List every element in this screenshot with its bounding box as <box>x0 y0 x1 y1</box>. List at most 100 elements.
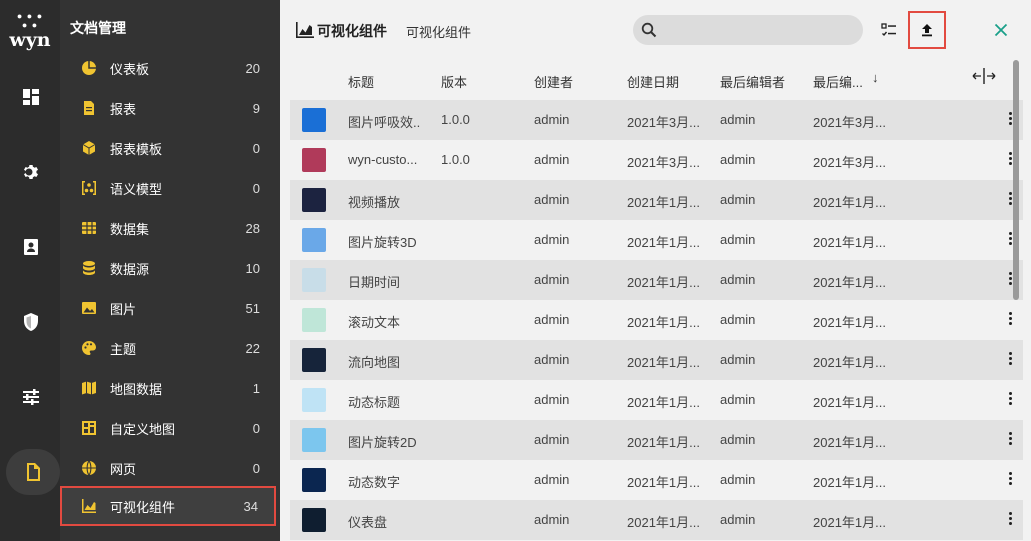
more-options-icon[interactable] <box>1006 510 1014 530</box>
cell-title: 仪表盘 <box>348 515 388 530</box>
table-row[interactable]: 视频播放 admin 2021年1月... admin 2021年1月... <box>290 180 1023 220</box>
cell-title: 图片呼吸效... <box>348 115 420 130</box>
cell-creator: admin <box>534 272 570 287</box>
chart-area-icon <box>82 499 96 513</box>
folder-item-webpage[interactable]: 网页 0 <box>60 448 280 488</box>
cell-title: 图片旋转2D <box>348 435 417 450</box>
cell-edited: 2021年1月... <box>813 235 886 250</box>
component-thumbnail <box>302 228 326 252</box>
folder-panel: 文档管理 仪表板 20 报表 9 报表模板 0 语义模型 0 数据集 28 数据… <box>60 0 280 541</box>
folder-item-custom-map[interactable]: 自定义地图 0 <box>60 408 280 448</box>
more-options-icon[interactable] <box>1006 350 1014 370</box>
rail-dashboard-button[interactable] <box>6 74 56 120</box>
column-header-creator[interactable]: 创建者 <box>534 72 573 91</box>
cell-creator: admin <box>534 112 570 127</box>
cell-edited: 2021年1月... <box>813 195 886 210</box>
folder-item-map-data[interactable]: 地图数据 1 <box>60 368 280 408</box>
folder-item-dataset[interactable]: 数据集 28 <box>60 208 280 248</box>
table-row[interactable]: 动态数字 admin 2021年1月... admin 2021年1月... <box>290 460 1023 500</box>
rail-users-button[interactable] <box>6 224 56 270</box>
cell-edited: 2021年1月... <box>813 475 886 490</box>
rail-config-button[interactable] <box>6 374 56 420</box>
cell-editor: admin <box>720 192 756 207</box>
rail-security-button[interactable] <box>6 299 56 345</box>
cell-version: 1.0.0 <box>441 112 470 127</box>
folder-item-datasource[interactable]: 数据源 10 <box>60 248 280 288</box>
folder-item-image[interactable]: 图片 51 <box>60 288 280 328</box>
cell-created: 2021年1月... <box>627 395 700 410</box>
palette-icon <box>82 341 96 355</box>
upload-icon <box>922 24 932 37</box>
cell-editor: admin <box>720 272 756 287</box>
table-row[interactable]: 仪表盘 admin 2021年1月... admin 2021年1月... <box>290 500 1023 540</box>
cell-title: 视频播放 <box>348 195 401 210</box>
column-resize-icon[interactable] <box>972 68 996 84</box>
upload-button[interactable] <box>908 11 946 49</box>
folder-item-dashboard[interactable]: 仪表板 20 <box>60 48 280 88</box>
contact-card-icon <box>24 239 38 255</box>
cell-title: 日期时间 <box>348 275 401 290</box>
cell-created: 2021年1月... <box>627 435 700 450</box>
cell-edited: 2021年3月... <box>813 115 886 130</box>
folder-item-semantic-model[interactable]: 语义模型 0 <box>60 168 280 208</box>
more-options-icon[interactable] <box>1006 430 1014 450</box>
table-row[interactable]: 图片旋转3D admin 2021年1月... admin 2021年1月... <box>290 220 1023 260</box>
breadcrumb[interactable]: 可视化组件 <box>406 22 471 41</box>
cell-created: 2021年1月... <box>627 235 700 250</box>
more-options-icon[interactable] <box>1006 310 1014 330</box>
column-header-created-date[interactable]: 创建日期 <box>627 72 679 91</box>
report-icon <box>84 101 94 115</box>
folder-item-report-template[interactable]: 报表模板 0 <box>60 128 280 168</box>
cell-title: 动态数字 <box>348 475 401 490</box>
icon-rail: ● ● ● ● ● wyn <box>0 0 60 541</box>
column-header-version[interactable]: 版本 <box>441 72 467 91</box>
component-thumbnail <box>302 188 326 212</box>
cell-editor: admin <box>720 152 756 167</box>
rail-settings-button[interactable] <box>6 149 56 195</box>
search-input[interactable] <box>663 20 853 40</box>
search-icon <box>641 22 657 38</box>
multi-select-button[interactable] <box>874 15 904 45</box>
table-row[interactable]: wyn-custo... 1.0.0 admin 2021年3月... admin 202… <box>290 140 1023 180</box>
folder-item-theme[interactable]: 主题 22 <box>60 328 280 368</box>
cell-edited: 2021年1月... <box>813 275 886 290</box>
more-options-icon[interactable] <box>1006 470 1014 490</box>
folder-item-report[interactable]: 报表 9 <box>60 88 280 128</box>
globe-icon <box>82 460 96 476</box>
sort-desc-icon[interactable]: ↓ <box>872 70 879 85</box>
panel-title: 文档管理 <box>70 20 126 36</box>
cell-title: wyn-custo... <box>348 152 418 167</box>
cell-created: 2021年3月... <box>627 155 700 170</box>
cell-created: 2021年1月... <box>627 355 700 370</box>
column-header-last-edited[interactable]: 最后编... <box>813 72 863 91</box>
column-header-last-editor[interactable]: 最后编辑者 <box>720 72 785 91</box>
cell-title: 滚动文本 <box>348 315 401 330</box>
dataset-icon <box>82 222 96 234</box>
component-thumbnail <box>302 508 326 532</box>
cell-edited: 2021年1月... <box>813 315 886 330</box>
map-icon <box>82 381 96 395</box>
table-row[interactable]: 图片呼吸效... 1.0.0 admin 2021年3月... admin 2021年3月… <box>290 100 1023 140</box>
table-row[interactable]: 图片旋转2D admin 2021年1月... admin 2021年1月... <box>290 420 1023 460</box>
rail-documents-button[interactable] <box>6 449 60 495</box>
report-template-icon <box>82 141 96 155</box>
cell-edited: 2021年3月... <box>813 155 886 170</box>
cell-editor: admin <box>720 432 756 447</box>
component-thumbnail <box>302 468 326 492</box>
cell-creator: admin <box>534 192 570 207</box>
table-row[interactable]: 流向地图 admin 2021年1月... admin 2021年1月... <box>290 340 1023 380</box>
column-header-title[interactable]: 标题 <box>348 72 374 91</box>
vertical-scrollbar[interactable] <box>1013 60 1019 300</box>
folder-item-visual-component[interactable]: 可视化组件 34 <box>60 486 276 526</box>
more-options-icon[interactable] <box>1006 390 1014 410</box>
wyn-logo[interactable]: ● ● ● ● ● wyn <box>8 12 52 51</box>
table-row[interactable]: 日期时间 admin 2021年1月... admin 2021年1月... <box>290 260 1023 300</box>
table-row[interactable]: 滚动文本 admin 2021年1月... admin 2021年1月... <box>290 300 1023 340</box>
document-icon <box>27 463 40 481</box>
close-button[interactable] <box>986 15 1016 45</box>
component-thumbnail <box>302 428 326 452</box>
search-box <box>633 15 863 45</box>
gear-icon <box>24 165 38 179</box>
table-row[interactable]: 动态标题 admin 2021年1月... admin 2021年1月... <box>290 380 1023 420</box>
image-icon <box>82 302 96 314</box>
